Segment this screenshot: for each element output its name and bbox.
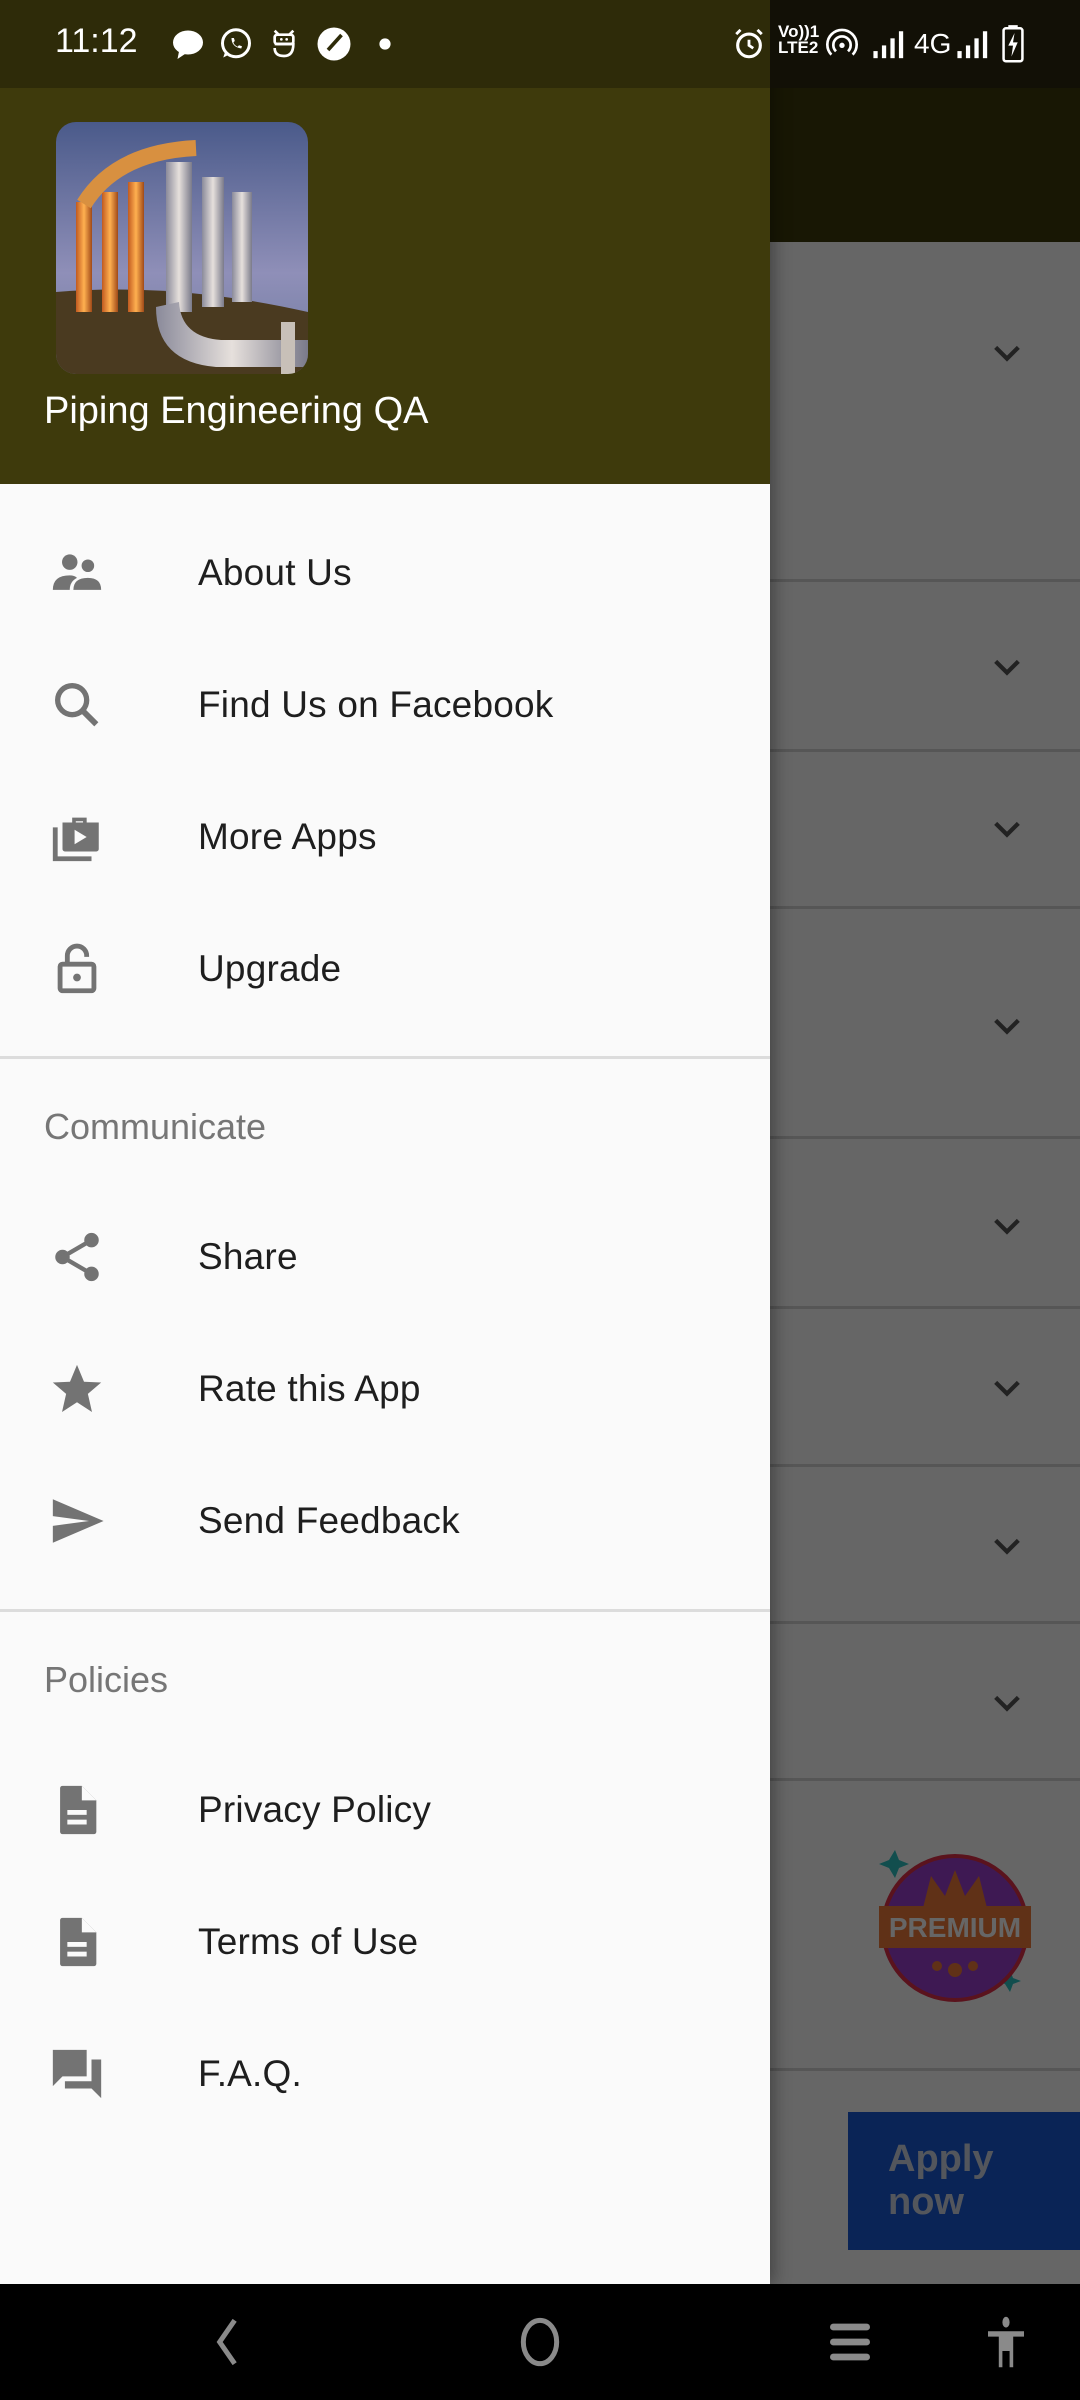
status-bar: 11:12 Vo))1 LTE2 4G <box>0 0 1080 88</box>
status-time: 11:12 <box>55 22 138 60</box>
volte-icon: Vo))1 LTE2 <box>778 22 820 57</box>
home-icon <box>520 2317 560 2367</box>
menu-item-privacy-policy[interactable]: Privacy Policy <box>0 1744 770 1876</box>
menu-item-label: Send Feedback <box>198 1500 460 1541</box>
lock-open-icon <box>42 934 112 1004</box>
whatsapp-icon <box>218 24 254 64</box>
back-icon <box>216 2318 237 2366</box>
document-icon <box>42 1907 112 1977</box>
menu-item-label: Rate this App <box>198 1368 421 1409</box>
accessibility-icon <box>988 2316 1024 2368</box>
more-dot-icon <box>378 24 392 64</box>
menu-item-upgrade[interactable]: Upgrade <box>0 903 770 1035</box>
menu-item-rate-this-app[interactable]: Rate this App <box>0 1323 770 1455</box>
drawer-header: Piping Engineering QA <box>0 88 770 484</box>
menu-item-more-apps[interactable]: More Apps <box>0 771 770 903</box>
menu-item-label: Find Us on Facebook <box>198 684 554 725</box>
search-icon <box>42 670 112 740</box>
menu-item-label: F.A.Q. <box>198 2053 302 2094</box>
battery-charging-icon <box>1002 24 1024 64</box>
speedometer-icon <box>316 24 352 64</box>
menu-item-label: About Us <box>198 552 352 593</box>
message-icon <box>170 24 206 64</box>
app-notification-icon <box>268 24 300 64</box>
nav-back-button[interactable] <box>188 2308 268 2376</box>
menu-item-label: Privacy Policy <box>198 1789 432 1830</box>
signal-sim2-icon <box>956 24 990 64</box>
recents-icon <box>830 2323 870 2361</box>
menu-item-terms-of-use[interactable]: Terms of Use <box>0 1876 770 2008</box>
alarm-icon <box>732 24 766 64</box>
menu-item-find-us-on-facebook[interactable]: Find Us on Facebook <box>0 639 770 771</box>
forum-icon <box>42 2039 112 2109</box>
menu-item-label: Share <box>198 1236 298 1277</box>
share-icon <box>42 1222 112 1292</box>
divider <box>0 1056 770 1059</box>
menu-item-label: More Apps <box>198 816 377 857</box>
navigation-drawer: Piping Engineering QA About Us Find Us o… <box>0 0 770 2284</box>
app-title: Piping Engineering QA <box>44 390 429 432</box>
network-type-icon: 4G <box>914 28 952 59</box>
menu-item-share[interactable]: Share <box>0 1191 770 1323</box>
signal-sim1-icon <box>872 24 906 64</box>
section-header-communicate: Communicate <box>44 1106 267 1147</box>
system-navigation-bar <box>0 2284 1080 2400</box>
menu-item-about-us[interactable]: About Us <box>0 507 770 639</box>
menu-item-faq[interactable]: F.A.Q. <box>0 2008 770 2140</box>
menu-item-label: Terms of Use <box>198 1921 419 1962</box>
section-header-policies: Policies <box>44 1659 169 1700</box>
divider <box>0 1609 770 1612</box>
menu-item-send-feedback[interactable]: Send Feedback <box>0 1455 770 1587</box>
app-logo <box>56 122 308 374</box>
document-icon <box>42 1775 112 1845</box>
shop-apps-icon <box>42 802 112 872</box>
send-icon <box>42 1486 112 1556</box>
nav-recents-button[interactable] <box>810 2308 890 2376</box>
people-icon <box>42 538 112 608</box>
nav-home-button[interactable] <box>500 2308 580 2376</box>
hotspot-icon <box>826 24 858 64</box>
nav-accessibility-button[interactable] <box>966 2308 1046 2376</box>
menu-item-label: Upgrade <box>198 948 342 989</box>
star-icon <box>42 1354 112 1424</box>
